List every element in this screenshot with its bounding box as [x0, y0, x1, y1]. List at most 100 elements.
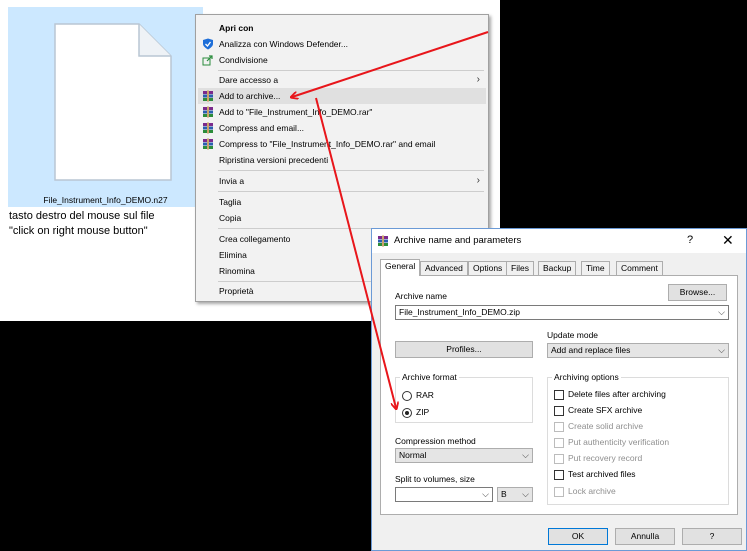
delete-files-label: Delete files after archiving: [568, 389, 666, 399]
menu-item-defender[interactable]: Analizza con Windows Defender...: [198, 36, 486, 52]
menu-item-restore-versions[interactable]: Ripristina versioni precedenti: [198, 152, 486, 168]
split-volumes-label: Split to volumes, size: [395, 474, 475, 484]
tab-time[interactable]: Time: [581, 261, 610, 275]
general-panel: Archive name Browse... File_Instrument_I…: [380, 275, 738, 515]
caption-italian: tasto destro del mouse sul file: [9, 210, 155, 222]
checkbox-lock-archive: [554, 487, 564, 497]
ok-button[interactable]: OK: [548, 528, 608, 545]
menu-item-label: Add to archive...: [219, 91, 281, 101]
recovery-record-label: Put recovery record: [568, 453, 643, 463]
menu-item-copy[interactable]: Copia: [198, 210, 486, 226]
chevron-down-icon: ⌵: [522, 489, 529, 499]
menu-item-compress-rar-email[interactable]: Compress to "File_Instrument_Info_DEMO.r…: [198, 136, 486, 152]
chevron-down-icon: ⌵: [718, 345, 725, 355]
menu-item-label: Taglia: [219, 197, 242, 207]
archive-format-group: Archive format RAR ZIP: [395, 372, 533, 423]
chevron-right-icon: ›: [476, 175, 480, 186]
archive-dialog: Archive name and parameters ? ✕ General …: [371, 228, 747, 551]
close-icon[interactable]: ✕: [722, 232, 734, 249]
menu-item-add-to-archive[interactable]: Add to archive...: [198, 88, 486, 104]
dialog-titlebar[interactable]: Archive name and parameters ? ✕: [372, 229, 746, 253]
tab-advanced[interactable]: Advanced: [420, 261, 468, 275]
split-unit-select[interactable]: B ⌵: [497, 487, 533, 502]
menu-item-label: Add to "File_Instrument_Info_DEMO.rar": [219, 107, 373, 117]
winrar-icon: [203, 90, 213, 102]
profiles-button[interactable]: Profiles...: [395, 341, 533, 358]
authenticity-label: Put authenticity verification: [568, 437, 670, 447]
tab-options[interactable]: Options: [468, 261, 508, 275]
chevron-down-icon: ⌵: [718, 307, 725, 317]
menu-item-add-to-rar[interactable]: Add to "File_Instrument_Info_DEMO.rar": [198, 104, 486, 120]
caption-english: "click on right mouse button": [9, 225, 148, 237]
compression-method-label: Compression method: [395, 436, 476, 446]
solid-archive-label: Create solid archive: [568, 421, 644, 431]
checkbox-solid-archive: [554, 422, 564, 432]
checkbox-recovery-record: [554, 454, 564, 464]
menu-separator: [218, 70, 484, 71]
menu-item-label: Condivisione: [219, 55, 268, 65]
archive-name-input[interactable]: File_Instrument_Info_DEMO.zip ⌵: [395, 305, 729, 320]
winrar-icon: [203, 106, 213, 118]
shield-icon: [203, 38, 213, 50]
winrar-icon: [378, 235, 388, 247]
archive-name-label: Archive name: [395, 291, 447, 301]
radio-rar[interactable]: [402, 391, 412, 401]
menu-item-give-access[interactable]: Dare accesso a ›: [198, 72, 486, 88]
menu-item-send-to[interactable]: Invia a ›: [198, 173, 486, 189]
split-volumes-input[interactable]: ⌵: [395, 487, 493, 502]
menu-item-label: Proprietà: [219, 286, 254, 296]
menu-item-label: Compress and email...: [219, 123, 305, 133]
menu-item-label: Crea collegamento: [219, 234, 291, 244]
split-unit-value: B: [501, 489, 507, 499]
checkbox-test-files[interactable]: [554, 470, 564, 480]
create-sfx-label: Create SFX archive: [568, 405, 643, 415]
menu-item-label: Ripristina versioni precedenti: [219, 155, 329, 165]
menu-item-label: Invia a: [219, 176, 245, 186]
compression-method-select[interactable]: Normal ⌵: [395, 448, 533, 463]
checkbox-create-sfx[interactable]: [554, 406, 564, 416]
tab-comment[interactable]: Comment: [616, 261, 663, 275]
archiving-options-group: Archiving options Delete files after arc…: [547, 372, 729, 505]
cancel-button[interactable]: Annulla: [615, 528, 675, 545]
tab-backup[interactable]: Backup: [538, 261, 577, 275]
menu-item-label: Elimina: [219, 250, 247, 260]
menu-item-label: Compress to "File_Instrument_Info_DEMO.r…: [219, 139, 436, 149]
chevron-down-icon: ⌵: [522, 450, 529, 460]
menu-separator: [218, 191, 484, 192]
help-title-button[interactable]: ?: [687, 234, 693, 246]
file-name-label: File_Instrument_Info_DEMO.n27: [43, 195, 168, 205]
browse-button[interactable]: Browse...: [668, 284, 727, 301]
lock-archive-label: Lock archive: [568, 486, 616, 496]
menu-item-label: Rinomina: [219, 266, 255, 276]
menu-item-label: Copia: [219, 213, 242, 223]
checkbox-delete-files[interactable]: [554, 390, 564, 400]
selected-file[interactable]: File_Instrument_Info_DEMO.n27: [8, 7, 203, 207]
menu-separator: [218, 170, 484, 171]
menu-item-label: Dare accesso a: [219, 75, 279, 85]
winrar-icon: [203, 138, 213, 150]
menu-item-label: Analizza con Windows Defender...: [219, 39, 348, 49]
menu-item-compress-email[interactable]: Compress and email...: [198, 120, 486, 136]
update-mode-label: Update mode: [547, 330, 599, 340]
update-mode-select[interactable]: Add and replace files ⌵: [547, 343, 729, 358]
archive-format-label: Archive format: [400, 372, 459, 382]
zip-label: ZIP: [416, 407, 430, 417]
tab-files[interactable]: Files: [506, 261, 534, 275]
share-icon: [202, 55, 213, 66]
chevron-down-icon: ⌵: [482, 489, 489, 499]
menu-item-open-with[interactable]: Apri con: [198, 20, 486, 36]
radio-zip[interactable]: [402, 408, 412, 418]
tab-general[interactable]: General: [380, 259, 421, 276]
compression-method-value: Normal: [399, 450, 427, 460]
update-mode-value: Add and replace files: [551, 345, 631, 355]
help-button[interactable]: ?: [682, 528, 742, 545]
document-icon: [54, 23, 172, 181]
menu-item-cut[interactable]: Taglia: [198, 194, 486, 210]
chevron-right-icon: ›: [476, 74, 480, 85]
dialog-title: Archive name and parameters: [394, 235, 522, 246]
menu-item-label: Apri con: [219, 23, 254, 33]
winrar-icon: [203, 122, 213, 134]
rar-label: RAR: [416, 390, 434, 400]
menu-item-share[interactable]: Condivisione: [198, 52, 486, 68]
archive-name-value: File_Instrument_Info_DEMO.zip: [399, 307, 520, 317]
